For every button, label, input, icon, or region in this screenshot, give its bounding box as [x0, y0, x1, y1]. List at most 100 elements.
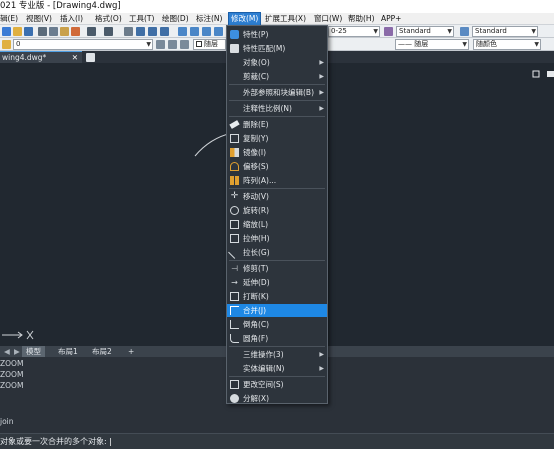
menu-item-copy[interactable]: 复制(Y) [227, 132, 327, 145]
modify-menu: 特性(P) 特性匹配(M) 对象(O) ▶ 剪裁(C) ▶ 外部参照和块编辑(B… [226, 25, 328, 404]
cut-icon[interactable] [38, 27, 47, 36]
menu-tools[interactable]: 工具(T) [129, 13, 154, 25]
chevron-down-icon: ▼ [534, 41, 539, 48]
new-tab-icon[interactable] [86, 53, 95, 62]
offset-icon [230, 162, 239, 171]
menu-item-mirror[interactable]: 镜像(I) [227, 146, 327, 159]
color-swatch [196, 41, 202, 47]
properties-palette-icon[interactable] [178, 27, 187, 36]
zoom-window-icon[interactable] [148, 27, 157, 36]
dimension-style-combo[interactable]: Standard ▼ [472, 26, 538, 37]
menu-app-plus[interactable]: APP+ [381, 13, 401, 25]
menu-separator [229, 188, 325, 189]
menu-item-object[interactable]: 对象(O) ▶ [227, 56, 327, 69]
tab-drawing4[interactable]: wing4.dwg* ✕ [0, 51, 82, 63]
change-space-icon [230, 380, 239, 389]
menu-item-rotate[interactable]: 旋转(R) [227, 204, 327, 217]
tab-model[interactable]: 模型 [22, 346, 45, 357]
erase-icon [229, 120, 240, 129]
save-icon[interactable] [24, 27, 33, 36]
layer-combo[interactable]: 0 ▼ [13, 39, 153, 50]
color-combo[interactable]: 随层 [193, 39, 226, 50]
text-cursor: | [106, 437, 112, 446]
text-style-combo[interactable]: Standard ▼ [396, 26, 454, 37]
array-icon [230, 176, 239, 185]
chevron-down-icon: ▼ [462, 41, 467, 48]
menu-item-properties[interactable]: 特性(P) [227, 28, 327, 41]
menu-item-join[interactable]: 合并(J) [227, 304, 327, 317]
menu-bar: 辑(E) 视图(V) 插入(I) 格式(O) 工具(T) 绘图(D) 标注(N)… [0, 12, 554, 26]
menu-item-lengthen[interactable]: 拉长(G) [227, 246, 327, 259]
rotate-icon [230, 206, 239, 215]
tool-palette-icon[interactable] [202, 27, 211, 36]
paste-icon[interactable] [60, 27, 69, 36]
zoom-realtime-icon[interactable] [136, 27, 145, 36]
menu-item-move[interactable]: ✛ 移动(V) [227, 190, 327, 203]
menu-item-match-properties[interactable]: 特性匹配(M) [227, 42, 327, 55]
history-line: ZOOM [0, 359, 24, 368]
linetype-combo[interactable]: —— 随层 ▼ [395, 39, 469, 50]
menu-dimension[interactable]: 标注(N) [196, 13, 222, 25]
viewcube-icon[interactable] [532, 70, 540, 78]
menu-separator [229, 346, 325, 347]
menu-draw[interactable]: 绘图(D) [162, 13, 189, 25]
menu-item-stretch[interactable]: 拉伸(H) [227, 232, 327, 245]
menu-item-3d-operations[interactable]: 三维操作(3) ▶ [227, 348, 327, 361]
history-line: ZOOM [0, 381, 24, 390]
open-icon[interactable] [13, 27, 22, 36]
menu-insert[interactable]: 插入(I) [60, 13, 83, 25]
menu-edit[interactable]: 辑(E) [0, 13, 18, 25]
history-line: join [0, 417, 14, 426]
menu-modify[interactable]: 修改(M) [227, 12, 262, 26]
menu-format[interactable]: 格式(O) [95, 13, 122, 25]
submenu-arrow-icon: ▶ [319, 105, 324, 112]
layer-manager-icon[interactable] [156, 40, 165, 49]
copy-icon[interactable] [49, 27, 58, 36]
menu-item-chamfer[interactable]: 倒角(C) [227, 318, 327, 331]
menu-item-scale[interactable]: 缩放(L) [227, 218, 327, 231]
menu-help[interactable]: 帮助(H) [348, 13, 375, 25]
menu-item-xref-block-edit[interactable]: 外部参照和块编辑(B) ▶ [227, 86, 327, 99]
layer-previous-icon[interactable] [168, 40, 177, 49]
undo-icon[interactable] [87, 27, 96, 36]
menu-item-offset[interactable]: 偏移(S) [227, 160, 327, 173]
menu-separator [229, 84, 325, 85]
submenu-arrow-icon: ▶ [319, 89, 324, 96]
layer-states-icon[interactable] [180, 40, 189, 49]
menu-separator [229, 260, 325, 261]
submenu-arrow-icon: ▶ [319, 351, 324, 358]
history-line: ZOOM [0, 370, 24, 379]
menu-window[interactable]: 窗口(W) [314, 13, 342, 25]
menu-item-trim[interactable]: ⊣ 修剪(T) [227, 262, 327, 275]
menu-item-fillet[interactable]: 圆角(F) [227, 332, 327, 345]
menu-item-annotative-scale[interactable]: 注释性比例(N) ▶ [227, 102, 327, 115]
submenu-arrow-icon: ▶ [319, 59, 324, 66]
lineweight-combo[interactable]: 随颜色 ▼ [473, 39, 541, 50]
menu-item-extend[interactable]: → 延伸(D) [227, 276, 327, 289]
calculator-icon[interactable] [214, 27, 223, 36]
tab-layout2[interactable]: 布局2 [88, 346, 116, 357]
design-center-icon[interactable] [190, 27, 199, 36]
chevron-down-icon: ▼ [531, 28, 536, 35]
menu-item-break[interactable]: 打断(K) [227, 290, 327, 303]
menu-item-erase[interactable]: 删除(E) [227, 118, 327, 131]
match-properties-icon[interactable] [71, 27, 80, 36]
menu-item-array[interactable]: 阵列(A)... [227, 174, 327, 187]
menu-item-change-space[interactable]: 更改空间(S) [227, 378, 327, 391]
scale-icon [230, 220, 239, 229]
pan-icon[interactable] [124, 27, 133, 36]
menu-item-explode[interactable]: 分解(X) [227, 392, 327, 405]
menu-item-clip[interactable]: 剪裁(C) ▶ [227, 70, 327, 83]
submenu-arrow-icon: ▶ [319, 365, 324, 372]
zoom-previous-icon[interactable] [160, 27, 169, 36]
linetype-scale-combo[interactable]: 0-25 ▼ [328, 26, 380, 37]
menu-extension-tools[interactable]: 扩展工具(X) [265, 13, 306, 25]
new-icon[interactable] [2, 27, 11, 36]
layer-bulb-icon[interactable] [2, 40, 11, 49]
add-layout-icon[interactable]: + [124, 346, 138, 357]
redo-icon[interactable] [104, 27, 113, 36]
menu-item-solid-editing[interactable]: 实体编辑(N) ▶ [227, 362, 327, 375]
menu-view[interactable]: 视图(V) [26, 13, 52, 25]
tab-layout1[interactable]: 布局1 [54, 346, 82, 357]
command-prompt[interactable]: 对象或要一次合并的多个对象: | [0, 433, 554, 449]
